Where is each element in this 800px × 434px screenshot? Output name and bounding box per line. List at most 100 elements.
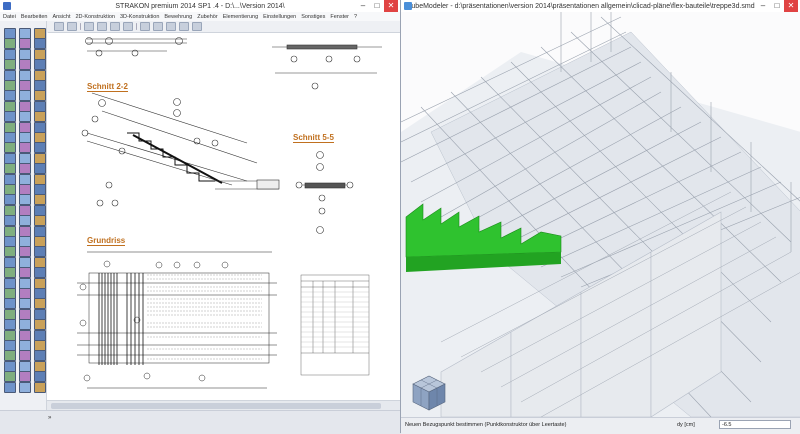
tool-icon[interactable] — [34, 121, 46, 133]
tool-icon[interactable] — [19, 173, 31, 185]
tool-icon[interactable] — [19, 142, 31, 154]
tool-icon[interactable] — [4, 90, 16, 102]
tool-icon[interactable] — [34, 204, 46, 216]
tool-icon[interactable] — [19, 204, 31, 216]
tool-icon[interactable] — [4, 59, 16, 71]
tool-icon[interactable] — [4, 28, 16, 39]
layer-icon[interactable] — [153, 22, 163, 31]
tool-icon[interactable] — [34, 308, 46, 320]
menu-item-ansicht[interactable]: Ansicht — [52, 14, 70, 20]
menu-item-3d-konstruktion[interactable]: 3D-Konstruktion — [120, 14, 159, 20]
tool-icon[interactable] — [34, 371, 46, 383]
tool-icon[interactable] — [34, 277, 46, 289]
tool-icon[interactable] — [4, 142, 16, 154]
tool-icon[interactable] — [19, 163, 31, 175]
tool-icon[interactable] — [34, 69, 46, 81]
menu-item-fenster[interactable]: Fenster — [330, 14, 349, 20]
settings-icon[interactable] — [192, 22, 202, 31]
tool-icon[interactable] — [19, 371, 31, 383]
tool-icon[interactable] — [19, 215, 31, 227]
tool-icon[interactable] — [19, 308, 31, 320]
tool-icon[interactable] — [4, 152, 16, 164]
tool-icon[interactable] — [19, 360, 31, 372]
tool-icon[interactable] — [34, 319, 46, 331]
dy-input[interactable]: -6.5 — [719, 420, 791, 429]
tool-icon[interactable] — [4, 319, 16, 331]
tool-icon[interactable] — [34, 28, 46, 39]
maximize-icon[interactable]: □ — [770, 0, 784, 12]
tool-icon[interactable] — [4, 246, 16, 258]
tool-icon[interactable] — [34, 194, 46, 206]
tool-icon[interactable] — [4, 184, 16, 195]
tool-icon[interactable] — [4, 277, 16, 289]
tool-icon[interactable] — [4, 121, 16, 133]
tool-icon[interactable] — [4, 225, 16, 237]
tool-icon[interactable] — [4, 308, 16, 320]
tool-icon[interactable] — [34, 381, 46, 393]
tool-icon[interactable] — [4, 298, 16, 310]
tool-icon[interactable] — [4, 256, 16, 268]
tool-icon[interactable] — [4, 80, 16, 91]
tool-icon[interactable] — [4, 267, 16, 279]
tool-icon[interactable] — [34, 225, 46, 237]
tool-icon[interactable] — [34, 215, 46, 227]
minimize-icon[interactable]: – — [756, 0, 770, 12]
tool-icon[interactable] — [4, 132, 16, 143]
tool-icon[interactable] — [34, 163, 46, 175]
tool-icon[interactable] — [4, 38, 16, 50]
tool-icon[interactable] — [19, 288, 31, 299]
tool-icon[interactable] — [34, 298, 46, 310]
tool-icon[interactable] — [34, 132, 46, 143]
tool-icon[interactable] — [4, 360, 16, 372]
tool-icon[interactable] — [4, 173, 16, 185]
tool-icon[interactable] — [34, 256, 46, 268]
tool-icon[interactable] — [34, 90, 46, 102]
redo-icon[interactable] — [67, 22, 77, 31]
arrow-right-icon[interactable] — [97, 22, 107, 31]
tool-icon[interactable] — [4, 69, 16, 81]
tool-icon[interactable] — [19, 381, 31, 393]
tool-icon[interactable] — [19, 69, 31, 81]
tool-icon[interactable] — [19, 236, 31, 247]
tool-icon[interactable] — [19, 267, 31, 279]
menu-item-elementierung[interactable]: Elementierung — [223, 14, 258, 20]
tool-icon[interactable] — [34, 288, 46, 299]
menu-item-2d-konstruktion[interactable]: 2D-Konstruktion — [76, 14, 115, 20]
undo-icon[interactable] — [54, 22, 64, 31]
view-icon[interactable] — [140, 22, 150, 31]
tool-icon[interactable] — [19, 340, 31, 351]
tool-icon[interactable] — [34, 246, 46, 258]
tool-icon[interactable] — [4, 111, 16, 123]
menu-item-bearbeiten[interactable]: Bearbeiten — [21, 14, 48, 20]
tool-icon[interactable] — [34, 142, 46, 154]
tool-icon[interactable] — [19, 329, 31, 341]
tool-icon[interactable] — [4, 329, 16, 341]
tool-icon[interactable] — [19, 100, 31, 112]
tool-icon[interactable] — [19, 80, 31, 91]
arrow-left-icon[interactable] — [84, 22, 94, 31]
tool-icon[interactable] — [34, 38, 46, 50]
tool-icon[interactable] — [4, 371, 16, 383]
tool-icon[interactable] — [19, 38, 31, 50]
tool-icon[interactable] — [4, 194, 16, 206]
tool-icon[interactable] — [4, 288, 16, 299]
tool-icon[interactable] — [4, 163, 16, 175]
tool-icon[interactable] — [4, 100, 16, 112]
tool-icon[interactable] — [19, 256, 31, 268]
3d-model-viewport[interactable] — [401, 12, 800, 417]
tool-icon[interactable] — [19, 277, 31, 289]
tool-icon[interactable] — [34, 59, 46, 71]
tool-icon[interactable] — [19, 194, 31, 206]
tool-icon[interactable] — [4, 236, 16, 247]
tool-icon[interactable] — [19, 111, 31, 123]
tool-icon[interactable] — [34, 350, 46, 362]
tool-icon[interactable] — [4, 381, 16, 393]
tool-icon[interactable] — [19, 90, 31, 102]
tool-icon[interactable] — [19, 28, 31, 39]
menu-item-einstellungen[interactable]: Einstellungen — [263, 14, 296, 20]
zoom-out-icon[interactable] — [123, 22, 133, 31]
strakon-drawing-canvas[interactable]: Schnitt 2-2 Schnitt 5-5 Grundriss — [47, 33, 400, 400]
tool-icon[interactable] — [34, 48, 46, 60]
zoom-in-icon[interactable] — [110, 22, 120, 31]
tool-icon[interactable] — [34, 236, 46, 247]
